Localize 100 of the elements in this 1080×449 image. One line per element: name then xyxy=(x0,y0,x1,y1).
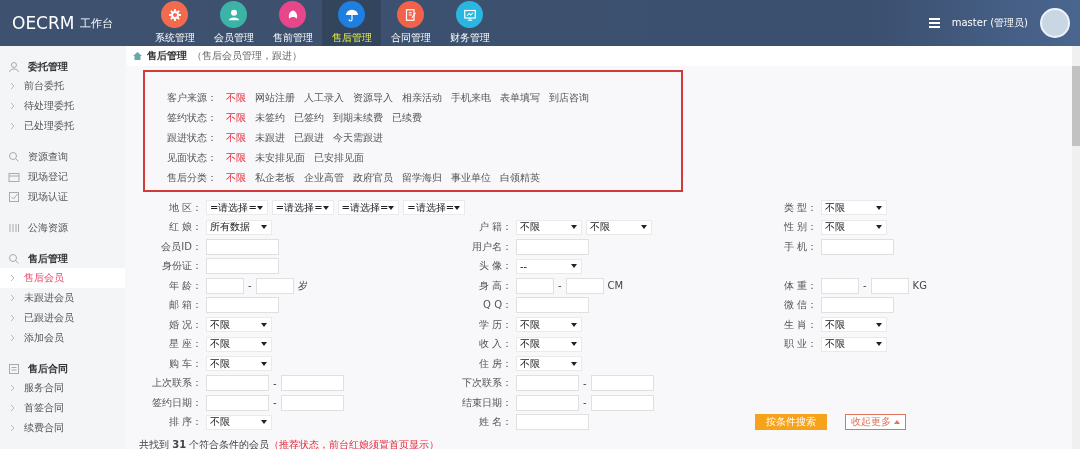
filter-option[interactable]: 不限 xyxy=(226,111,246,125)
sidebar-item[interactable]: 已处理委托 xyxy=(0,116,125,136)
filter-option[interactable]: 白领精英 xyxy=(500,171,540,185)
module-tab[interactable]: 售后管理 xyxy=(322,0,381,46)
sidebar-group-title[interactable]: 售后管理 xyxy=(28,251,68,266)
sidebar-link[interactable]: 现场登记 xyxy=(0,167,125,187)
date-field[interactable] xyxy=(590,394,654,411)
module-tab[interactable]: 售前管理 xyxy=(263,0,322,46)
date-field[interactable] xyxy=(516,394,579,411)
date-field[interactable] xyxy=(206,394,269,411)
filter-option[interactable]: 已续费 xyxy=(392,111,422,125)
select-field[interactable]: 不限 xyxy=(821,219,887,235)
filter-option[interactable]: 事业单位 xyxy=(451,171,491,185)
module-tab[interactable]: 系统管理 xyxy=(145,0,204,46)
filter-option[interactable]: 手机来电 xyxy=(451,91,491,105)
date-field[interactable] xyxy=(206,375,269,392)
filter-option[interactable]: 网站注册 xyxy=(255,91,295,105)
input-field[interactable] xyxy=(821,238,894,255)
date-field[interactable] xyxy=(280,394,344,411)
filter-option[interactable]: 企业高管 xyxy=(304,171,344,185)
sidebar-link[interactable]: 资源查询 xyxy=(0,147,125,167)
avatar-icon[interactable] xyxy=(1040,8,1070,38)
field-label: 生 肖： xyxy=(782,317,817,332)
select-field[interactable]: 不限 xyxy=(516,317,582,333)
filter-option[interactable]: 资源导入 xyxy=(353,91,393,105)
filter-option[interactable]: 表单填写 xyxy=(500,91,540,105)
module-tab[interactable]: 会员管理 xyxy=(204,0,263,46)
select-field[interactable]: 不限 xyxy=(206,336,272,352)
filter-option[interactable]: 未签约 xyxy=(255,111,285,125)
sidebar-item[interactable]: 续费合同 xyxy=(0,418,125,438)
select-field[interactable]: =请选择= xyxy=(271,200,334,216)
filter-option[interactable]: 已安排见面 xyxy=(314,151,364,165)
filter-option[interactable]: 今天需跟进 xyxy=(333,131,383,145)
sidebar-link[interactable]: 公海资源 xyxy=(0,218,125,238)
sidebar-item[interactable]: 首签合同 xyxy=(0,398,125,418)
caret-icon xyxy=(571,264,577,269)
sidebar-group-title[interactable]: 售后合同 xyxy=(28,361,68,376)
input-field[interactable] xyxy=(206,258,279,275)
select-field[interactable]: 不限 xyxy=(516,219,582,235)
filter-option[interactable]: 不限 xyxy=(226,131,246,145)
filter-option[interactable]: 私企老板 xyxy=(255,171,295,185)
logo-subtitle: 工作台 xyxy=(80,15,114,31)
filter-option[interactable]: 未跟进 xyxy=(255,131,285,145)
filter-option[interactable]: 到店咨询 xyxy=(549,91,589,105)
date-field[interactable] xyxy=(590,375,654,392)
input-field[interactable] xyxy=(516,238,589,255)
filter-option[interactable]: 留学海归 xyxy=(402,171,442,185)
sidebar-link[interactable]: 现场认证 xyxy=(0,187,125,207)
caret-icon xyxy=(322,205,329,210)
input-field[interactable] xyxy=(206,238,279,255)
date-field[interactable] xyxy=(516,375,579,392)
input-field[interactable] xyxy=(565,277,604,294)
filter-option[interactable]: 政府官员 xyxy=(353,171,393,185)
select-field[interactable]: 不限 xyxy=(821,317,887,333)
select-field[interactable]: =请选择= xyxy=(337,200,400,216)
sidebar-group-title[interactable]: 委托管理 xyxy=(28,59,68,74)
menu-icon[interactable] xyxy=(928,18,940,28)
filter-option[interactable]: 未安排见面 xyxy=(255,151,305,165)
filter-option[interactable]: 不限 xyxy=(226,171,246,185)
filter-option[interactable]: 相亲活动 xyxy=(402,91,442,105)
input-field[interactable] xyxy=(821,297,894,314)
select-field[interactable]: -- xyxy=(516,258,582,274)
select-field[interactable]: 不限 xyxy=(206,414,272,430)
select-field[interactable]: 不限 xyxy=(206,356,272,372)
filter-option[interactable]: 到期未续费 xyxy=(333,111,383,125)
sidebar-item[interactable]: 前台委托 xyxy=(0,76,125,96)
filter-option[interactable]: 不限 xyxy=(226,91,246,105)
home-icon[interactable] xyxy=(133,52,142,60)
input-field[interactable] xyxy=(870,277,909,294)
select-field[interactable]: 不限 xyxy=(206,317,272,333)
select-field[interactable]: 不限 xyxy=(821,336,887,352)
input-field[interactable] xyxy=(206,297,279,314)
input-field[interactable] xyxy=(516,297,589,314)
filter-option[interactable]: 已跟进 xyxy=(294,131,324,145)
sidebar-item[interactable]: 待处理委托 xyxy=(0,96,125,116)
select-field[interactable]: =请选择= xyxy=(206,200,268,216)
select-field[interactable]: =请选择= xyxy=(403,200,466,216)
filter-option[interactable]: 不限 xyxy=(226,151,246,165)
user-name[interactable]: master (管理员) xyxy=(951,16,1028,30)
input-field[interactable] xyxy=(516,277,554,294)
select-field[interactable]: 不限 xyxy=(516,336,582,352)
sidebar-item[interactable]: 添加会员 xyxy=(0,328,125,348)
scrollbar[interactable] xyxy=(1072,66,1080,146)
filter-option[interactable]: 已签约 xyxy=(294,111,324,125)
select-field[interactable]: 不限 xyxy=(516,356,582,372)
sidebar-item[interactable]: 服务合同 xyxy=(0,378,125,398)
filter-option[interactable]: 人工录入 xyxy=(304,91,344,105)
input-field[interactable] xyxy=(255,277,294,294)
input-field[interactable] xyxy=(206,277,244,294)
input-field[interactable] xyxy=(821,277,859,294)
date-field[interactable] xyxy=(280,375,344,392)
input-field[interactable] xyxy=(516,414,589,431)
module-tab[interactable]: 合同管理 xyxy=(381,0,440,46)
sidebar-item[interactable]: 未跟进会员 xyxy=(0,288,125,308)
select-field[interactable]: 所有数据 xyxy=(206,219,272,235)
select-field[interactable]: 不限 xyxy=(586,219,652,235)
select-field[interactable]: 不限 xyxy=(821,200,887,216)
module-tab[interactable]: 财务管理 xyxy=(440,0,499,46)
sidebar-item[interactable]: 已跟进会员 xyxy=(0,308,125,328)
sidebar-item[interactable]: 售后会员 xyxy=(0,268,125,288)
